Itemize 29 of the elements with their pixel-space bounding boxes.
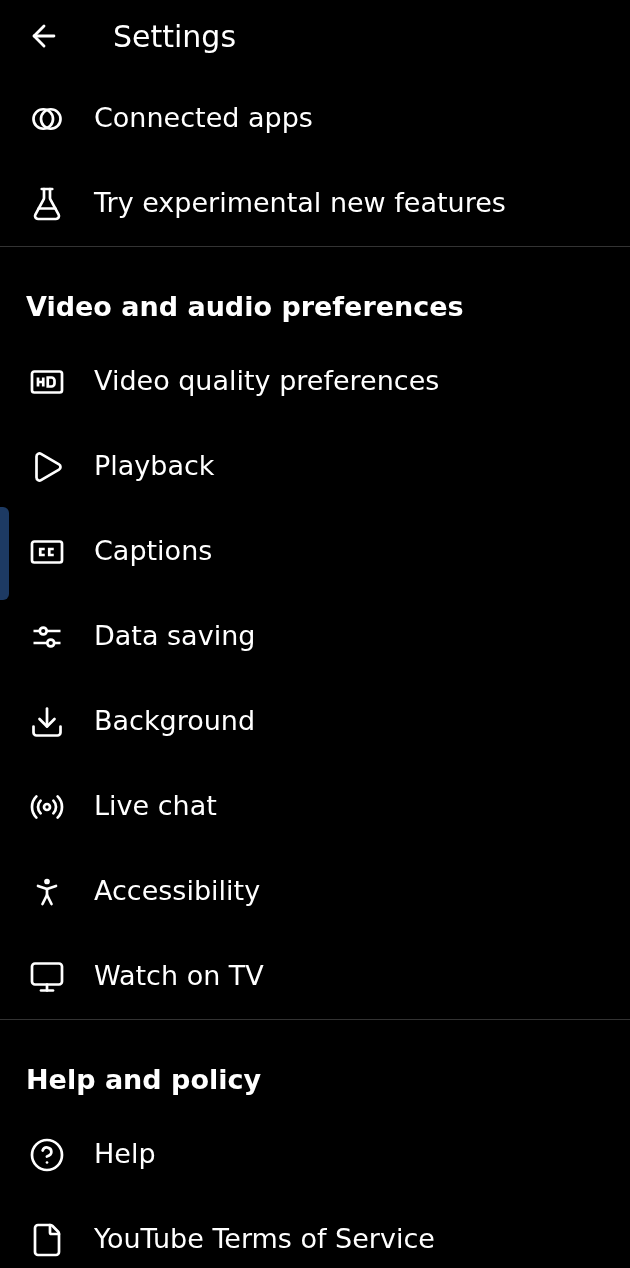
settings-item[interactable]: Background [14, 679, 264, 764]
help-icon [29, 1136, 65, 1173]
settings-item[interactable]: Live chat [14, 764, 225, 849]
section-heading: Help and policy [26, 1064, 263, 1096]
item-label: Live chat [94, 789, 217, 824]
settings-item[interactable]: Accessibility [14, 849, 269, 934]
item-label: Playback [94, 449, 215, 484]
item-label: Try experimental new features [94, 186, 506, 221]
settings-item[interactable]: Video quality preferences [14, 339, 448, 424]
item-label: Data saving [94, 619, 256, 654]
item-label: Captions [94, 534, 213, 569]
settings-item[interactable]: YouTube Terms of Service [14, 1197, 443, 1268]
settings-item[interactable]: Captions [14, 509, 221, 594]
edge-handle[interactable] [0, 507, 9, 600]
item-label: Video quality preferences [94, 364, 440, 399]
item-label: YouTube Terms of Service [94, 1222, 435, 1257]
item-label: Help [94, 1137, 156, 1172]
settings-item[interactable]: Help [14, 1112, 164, 1197]
item-label: Accessibility [94, 874, 261, 909]
item-label: Background [94, 704, 256, 739]
settings-item[interactable]: Connected apps [14, 76, 321, 161]
item-label: Connected apps [94, 101, 313, 136]
settings-item[interactable]: Data saving [14, 594, 264, 679]
settings-item[interactable]: Try experimental new features [14, 161, 514, 246]
item-label: Watch on TV [94, 959, 264, 994]
page-title: Settings [113, 17, 237, 56]
section-heading: Video and audio preferences [26, 291, 465, 323]
settings-item[interactable]: Playback [14, 424, 223, 509]
settings-item[interactable]: Watch on TV [14, 934, 272, 1019]
